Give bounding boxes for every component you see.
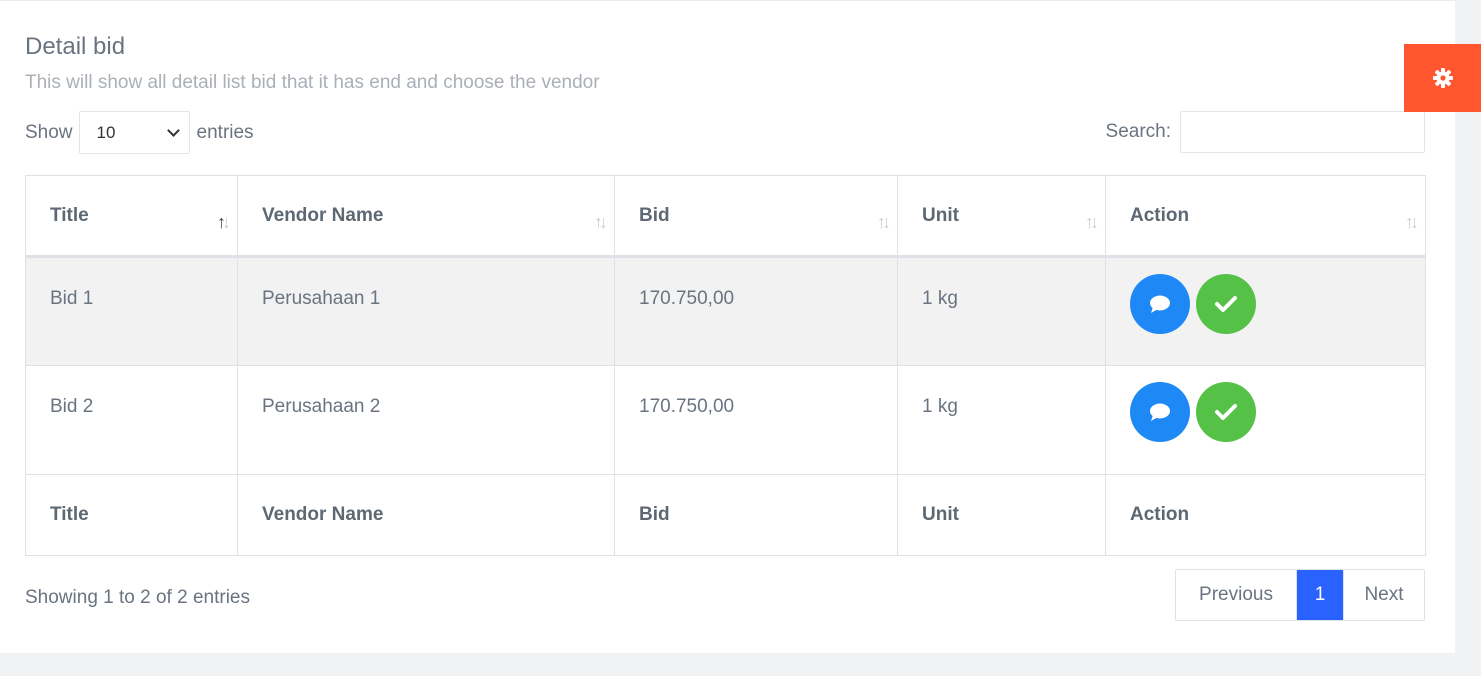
approve-button[interactable]	[1196, 382, 1257, 442]
entries-per-page-select[interactable]: 10	[78, 111, 190, 154]
bid-table: Title ↑↓ Vendor Name ↑↓ Bid ↑↓ Unit ↑↓ Actio…	[25, 175, 1426, 556]
check-icon	[1215, 296, 1238, 312]
table-row: Bid 2 Perusahaan 2 170.750,00 1 kg	[25, 365, 1426, 475]
column-header-bid[interactable]: Bid ↑↓	[614, 175, 898, 258]
cell-bid: 170.750,00	[614, 256, 898, 366]
column-header-title[interactable]: Title ↑↓	[25, 175, 238, 258]
detail-bid-card: Detail bid This will show all detail lis…	[0, 0, 1455, 653]
sort-asc-icon: ↑↓	[217, 212, 231, 232]
table-search: Search:	[1106, 111, 1425, 153]
chat-button[interactable]	[1130, 382, 1190, 442]
page-title: Detail bid	[25, 33, 126, 60]
cell-action	[1105, 256, 1426, 366]
gear-icon	[1432, 68, 1453, 88]
chat-icon	[1150, 295, 1170, 313]
cell-bid: 170.750,00	[614, 365, 898, 475]
column-header-unit[interactable]: Unit ↑↓	[897, 175, 1106, 258]
sort-icon: ↑↓	[877, 212, 891, 232]
next-page-button[interactable]: Next	[1343, 570, 1424, 620]
table-info: Showing 1 to 2 of 2 entries	[25, 587, 250, 608]
previous-page-button[interactable]: Previous	[1176, 570, 1297, 620]
entries-length-control: Show 10 entries	[25, 111, 254, 154]
table-footer-row: Title Vendor Name Bid Unit Action	[25, 474, 1426, 556]
search-label: Search:	[1105, 121, 1171, 142]
cell-unit: 1 kg	[897, 256, 1106, 366]
approve-button[interactable]	[1196, 274, 1257, 334]
cell-action	[1105, 365, 1426, 475]
sort-icon: ↑↓	[594, 212, 608, 232]
footer-title: Title	[25, 474, 238, 556]
footer-unit: Unit	[897, 474, 1106, 556]
cell-vendor-name: Perusahaan 2	[237, 365, 615, 475]
entries-label: entries	[196, 121, 254, 143]
chevron-down-icon	[166, 124, 180, 137]
check-icon	[1215, 404, 1238, 420]
settings-toggle-button[interactable]	[1404, 44, 1481, 112]
footer-bid: Bid	[614, 474, 898, 556]
cell-unit: 1 kg	[897, 365, 1106, 475]
column-header-action[interactable]: Action ↑↓	[1105, 175, 1426, 258]
page-1-button[interactable]: 1	[1297, 570, 1343, 620]
cell-title: Bid 1	[25, 256, 238, 366]
table-row: Bid 1 Perusahaan 1 170.750,00 1 kg	[25, 256, 1426, 366]
show-label: Show	[25, 121, 73, 143]
chat-icon	[1150, 403, 1170, 421]
column-header-vendor-name[interactable]: Vendor Name ↑↓	[237, 175, 615, 258]
search-input[interactable]	[1180, 111, 1425, 153]
sort-icon: ↑↓	[1085, 212, 1099, 232]
entries-per-page-value: 10	[96, 122, 116, 142]
sort-icon: ↑↓	[1405, 212, 1419, 232]
chat-button[interactable]	[1130, 274, 1190, 334]
pagination: Previous 1 Next	[1175, 569, 1425, 621]
footer-action: Action	[1105, 474, 1426, 556]
page-subtitle: This will show all detail list bid that …	[25, 72, 600, 93]
table-header-row: Title ↑↓ Vendor Name ↑↓ Bid ↑↓ Unit ↑↓ Actio…	[25, 175, 1426, 258]
cell-title: Bid 2	[25, 365, 238, 475]
cell-vendor-name: Perusahaan 1	[237, 256, 615, 366]
footer-vendor-name: Vendor Name	[237, 474, 615, 556]
